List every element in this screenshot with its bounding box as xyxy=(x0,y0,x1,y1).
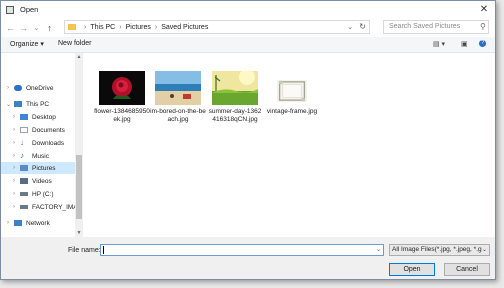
beach-thumbnail xyxy=(155,71,201,105)
back-arrow-icon[interactable]: ← xyxy=(4,23,17,33)
expand-chevron-icon[interactable]: › xyxy=(13,178,15,184)
expand-chevron-icon[interactable]: › xyxy=(13,127,15,133)
address-dropdown-icon[interactable]: ⌄ xyxy=(347,23,353,31)
navigation-pane: › OneDrive ⌄ This PC › Desktop › Documen… xyxy=(1,53,83,237)
file-item[interactable]: summer-day-1362416318qCN.jpg xyxy=(207,71,263,124)
sidebar-item-videos[interactable]: › Videos xyxy=(1,175,83,187)
help-icon[interactable]: ? xyxy=(479,40,486,47)
sidebar-item-label: This PC xyxy=(26,100,50,108)
documents-icon xyxy=(20,127,28,133)
sidebar-item-hp-c[interactable]: › HP (C:) xyxy=(1,188,83,200)
navigation-bar: ← → ⌄ ↑ › This PC › Pictures › Saved Pic… xyxy=(1,19,495,37)
chevron-down-icon[interactable]: ⌄ xyxy=(376,246,381,253)
breadcrumb-separator: › xyxy=(154,23,158,31)
organize-menu-button[interactable]: Organize ▾ xyxy=(10,40,44,48)
refresh-icon[interactable]: ↻ xyxy=(359,22,366,31)
expand-chevron-icon[interactable]: › xyxy=(13,153,15,159)
expand-chevron-icon[interactable]: › xyxy=(13,140,15,146)
network-icon xyxy=(14,220,22,226)
sidebar-item-this-pc[interactable]: ⌄ This PC xyxy=(1,98,83,110)
sidebar-item-downloads[interactable]: › ↓ Downloads xyxy=(1,137,83,149)
breadcrumb-separator: › xyxy=(119,23,122,31)
dialog-footer: File name: ⌄ All Image Files(*.jpg, *.jp… xyxy=(1,237,495,279)
chevron-down-icon[interactable]: ⌄ xyxy=(481,245,487,255)
search-icon[interactable]: ⚲ xyxy=(480,22,491,31)
window-title: Open xyxy=(20,5,39,14)
expand-chevron-icon[interactable]: › xyxy=(7,220,9,226)
sidebar-item-label: OneDrive xyxy=(26,84,54,92)
drive-icon xyxy=(20,192,28,196)
file-name-input[interactable]: ⌄ xyxy=(100,244,384,256)
pictures-icon xyxy=(20,165,28,171)
view-options-icon[interactable]: ▤ ▾ xyxy=(433,40,445,48)
sidebar-item-label: Music xyxy=(32,152,49,160)
file-name: flower-1384685950ek.jpg xyxy=(94,108,150,123)
sidebar-item-label: Downloads xyxy=(32,139,65,147)
sidebar-item-onedrive[interactable]: › OneDrive xyxy=(1,82,83,94)
app-icon xyxy=(6,5,14,14)
open-button[interactable]: Open xyxy=(389,263,435,276)
sidebar-item-factory-image[interactable]: › FACTORY_IMAG xyxy=(1,201,83,213)
computer-icon xyxy=(14,101,22,107)
up-arrow-icon[interactable]: ↑ xyxy=(43,23,56,33)
sidebar-item-documents[interactable]: › Documents xyxy=(1,124,83,136)
drive-icon xyxy=(20,205,28,209)
breadcrumb-pictures[interactable]: Pictures xyxy=(126,24,151,31)
recent-locations-chevron-icon[interactable]: ⌄ xyxy=(30,24,43,32)
file-name: summer-day-1362416318qCN.jpg xyxy=(208,108,262,123)
text-caret xyxy=(103,246,104,254)
vintage-frame-thumbnail xyxy=(277,79,307,103)
file-item[interactable]: im-bored-on-the-beach.jpg xyxy=(150,71,206,124)
file-type-filter-value: All Image Files(*.jpg, *.jpeg, *.g xyxy=(392,246,482,253)
sidebar-item-pictures[interactable]: › Pictures xyxy=(1,162,83,174)
file-item[interactable]: flower-1384685950ek.jpg xyxy=(94,71,150,124)
file-type-filter-select[interactable]: All Image Files(*.jpg, *.jpeg, *.g ⌄ xyxy=(389,244,490,256)
sidebar-item-label: Pictures xyxy=(32,164,56,172)
address-bar[interactable]: › This PC › Pictures › Saved Pictures ⌄ … xyxy=(64,20,370,34)
command-bar: Organize ▾ New folder ▤ ▾ ▣ ? xyxy=(1,37,495,53)
desktop-icon xyxy=(20,114,28,120)
file-name: vintage-frame.jpg xyxy=(266,108,318,115)
expand-chevron-icon[interactable]: › xyxy=(13,114,15,120)
collapse-chevron-icon[interactable]: ⌄ xyxy=(6,101,11,108)
file-name: im-bored-on-the-beach.jpg xyxy=(150,108,206,123)
sidebar-item-label: Network xyxy=(26,219,50,227)
rose-flower-thumbnail xyxy=(99,71,145,105)
close-button[interactable]: ✕ xyxy=(479,4,489,15)
expand-chevron-icon[interactable]: › xyxy=(7,85,9,91)
breadcrumb-separator: › xyxy=(84,23,87,31)
search-input[interactable]: Search Saved Pictures xyxy=(383,20,489,34)
sidebar-scrollbar[interactable]: ▲ ▼ xyxy=(75,53,83,237)
scroll-down-arrow-icon[interactable]: ▼ xyxy=(75,230,83,236)
folder-icon xyxy=(68,24,76,30)
cloud-icon xyxy=(14,85,22,91)
file-list: flower-1384685950ek.jpg im-bored-on-the-… xyxy=(84,53,495,237)
summer-field-thumbnail xyxy=(212,71,258,105)
sidebar-item-label: Videos xyxy=(32,177,52,185)
scroll-up-arrow-icon[interactable]: ▲ xyxy=(75,54,83,60)
expand-chevron-icon[interactable]: › xyxy=(13,191,15,197)
file-name-label: File name: xyxy=(68,247,101,254)
sidebar-item-desktop[interactable]: › Desktop xyxy=(1,111,83,123)
forward-arrow-icon[interactable]: → xyxy=(17,23,30,33)
videos-icon xyxy=(20,178,28,184)
sidebar-item-label: Documents xyxy=(32,126,65,134)
breadcrumb-this-pc[interactable]: This PC xyxy=(90,24,115,31)
open-dialog: Open ✕ ← → ⌄ ↑ › This PC › Pictures › Sa… xyxy=(0,0,496,280)
sidebar-item-label: HP (C:) xyxy=(32,190,54,198)
download-icon: ↓ xyxy=(20,138,24,147)
cancel-button[interactable]: Cancel xyxy=(444,263,490,276)
title-bar: Open ✕ xyxy=(1,1,495,18)
breadcrumb-saved-pictures[interactable]: Saved Pictures xyxy=(161,24,208,31)
sidebar-item-network[interactable]: › Network xyxy=(1,217,83,229)
sidebar-item-music[interactable]: › ♪ Music xyxy=(1,150,83,162)
file-item[interactable]: vintage-frame.jpg xyxy=(264,71,320,116)
scrollbar-thumb[interactable] xyxy=(76,155,82,219)
new-folder-button[interactable]: New folder xyxy=(58,40,91,47)
preview-pane-icon[interactable]: ▣ xyxy=(461,40,468,48)
music-icon: ♪ xyxy=(20,151,24,160)
expand-chevron-icon[interactable]: › xyxy=(13,204,15,210)
sidebar-item-label: Desktop xyxy=(32,113,56,121)
expand-chevron-icon[interactable]: › xyxy=(13,165,15,171)
